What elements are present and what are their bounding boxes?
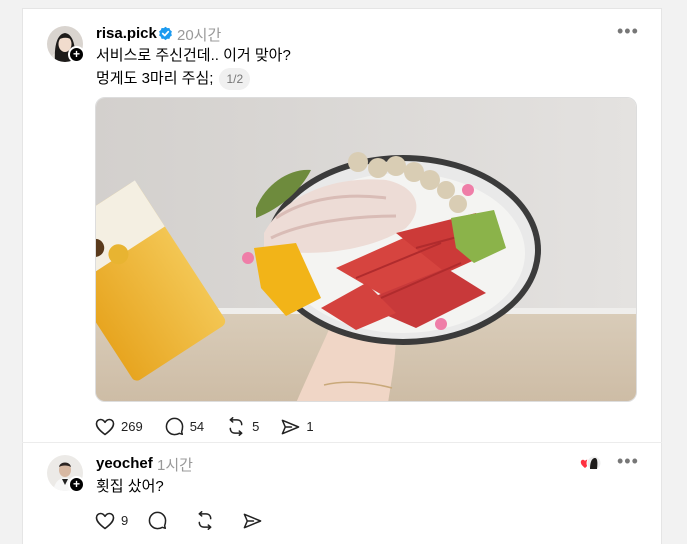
sashimi-platter-photo <box>96 98 636 401</box>
post-text-line-1: 서비스로 주신건데.. 이거 맞아? <box>96 47 291 64</box>
reply-share-button[interactable] <box>243 512 268 530</box>
reply-like-count: 9 <box>121 513 129 528</box>
heart-icon <box>95 418 115 435</box>
reply-time: 1시간 <box>157 457 193 474</box>
heart-icon <box>95 512 115 529</box>
divider <box>22 442 662 443</box>
repost-icon <box>229 417 243 436</box>
post-photo[interactable] <box>95 97 637 402</box>
like-button[interactable]: 269 <box>95 418 143 436</box>
repost-button[interactable]: 5 <box>226 417 259 436</box>
post-text-line-2: 멍게도 3마리 주심; 1/2 <box>96 68 251 90</box>
follow-plus-icon[interactable]: + <box>68 476 85 493</box>
reply-like-button[interactable]: 9 <box>95 512 128 530</box>
repost-icon <box>198 511 212 530</box>
comment-button[interactable]: 54 <box>165 417 204 436</box>
author-liked-indicator <box>580 455 602 471</box>
post-actions-bar: 269 54 5 1 <box>95 417 336 436</box>
page-indicator: 1/2 <box>219 68 251 90</box>
reply-comment-button[interactable] <box>148 511 173 530</box>
send-icon <box>243 513 262 528</box>
send-icon <box>282 419 300 434</box>
reply-actions-bar: 9 <box>95 511 290 530</box>
comment-count: 54 <box>189 419 205 434</box>
reply-repost-button[interactable] <box>195 511 221 530</box>
verified-badge-icon <box>159 26 172 41</box>
post-time: 20시간 <box>177 27 222 44</box>
reply-more-options-icon[interactable]: ••• <box>617 451 639 472</box>
reply-username[interactable]: yeochef <box>96 455 153 472</box>
post-username[interactable]: risa.pick <box>96 25 157 42</box>
comment-icon <box>148 511 167 530</box>
like-count: 269 <box>121 419 143 434</box>
reply-text: 횟집 샀어? <box>96 478 164 495</box>
share-count: 1 <box>306 419 314 434</box>
post-text-line-2-content: 멍게도 3마리 주심; <box>96 70 214 87</box>
comment-icon <box>165 417 184 436</box>
follow-plus-icon[interactable]: + <box>68 46 85 63</box>
share-button[interactable]: 1 <box>281 418 314 436</box>
repost-count: 5 <box>252 419 260 434</box>
more-options-icon[interactable]: ••• <box>617 21 639 42</box>
